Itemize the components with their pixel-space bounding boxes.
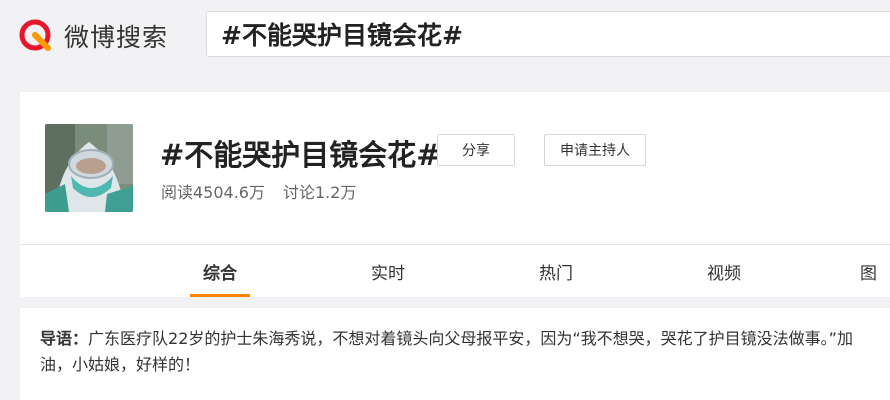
guide-text: 广东医疗队22岁的护士朱海秀说，不想对着镜头向父母报平安，因为“我不想哭，哭花了…	[40, 329, 853, 374]
search-input[interactable]	[219, 18, 883, 50]
tab-images[interactable]: 图	[860, 245, 890, 297]
tab-bar: 综合 实时 热门 视频 图	[20, 245, 890, 297]
share-button[interactable]: 分享	[437, 134, 515, 166]
search-box[interactable]	[206, 11, 890, 57]
tab-comprehensive[interactable]: 综合	[190, 245, 250, 297]
topic-title: #不能哭护目镜会花#	[160, 138, 441, 172]
apply-host-button[interactable]: 申请主持人	[544, 134, 646, 166]
read-count: 阅读4504.6万	[161, 183, 265, 202]
tab-hot[interactable]: 热门	[528, 245, 584, 297]
weibo-search-logo-icon	[19, 19, 51, 51]
topic-card: #不能哭护目镜会花# 分享 申请主持人 阅读4504.6万 讨论1.2万 综合 …	[20, 92, 890, 297]
logo-text: 微博搜索	[64, 23, 169, 52]
top-bar: 微博搜索	[0, 0, 890, 72]
guide-content: 导语：广东医疗队22岁的护士朱海秀说，不想对着镜头向父母报平安，因为“我不想哭，…	[40, 326, 880, 378]
tab-realtime[interactable]: 实时	[360, 245, 416, 297]
topic-stats: 阅读4504.6万 讨论1.2万	[161, 179, 356, 203]
tab-video[interactable]: 视频	[696, 245, 752, 297]
discuss-count: 讨论1.2万	[283, 183, 357, 202]
guide-label: 导语：	[40, 329, 89, 348]
topic-guide: 导语：广东医疗队22岁的护士朱海秀说，不想对着镜头向父母报平安，因为“我不想哭，…	[20, 308, 890, 400]
avatar-image	[45, 124, 133, 212]
weibo-search-logo[interactable]: 微博搜索	[18, 14, 168, 58]
topic-avatar[interactable]	[45, 124, 133, 212]
